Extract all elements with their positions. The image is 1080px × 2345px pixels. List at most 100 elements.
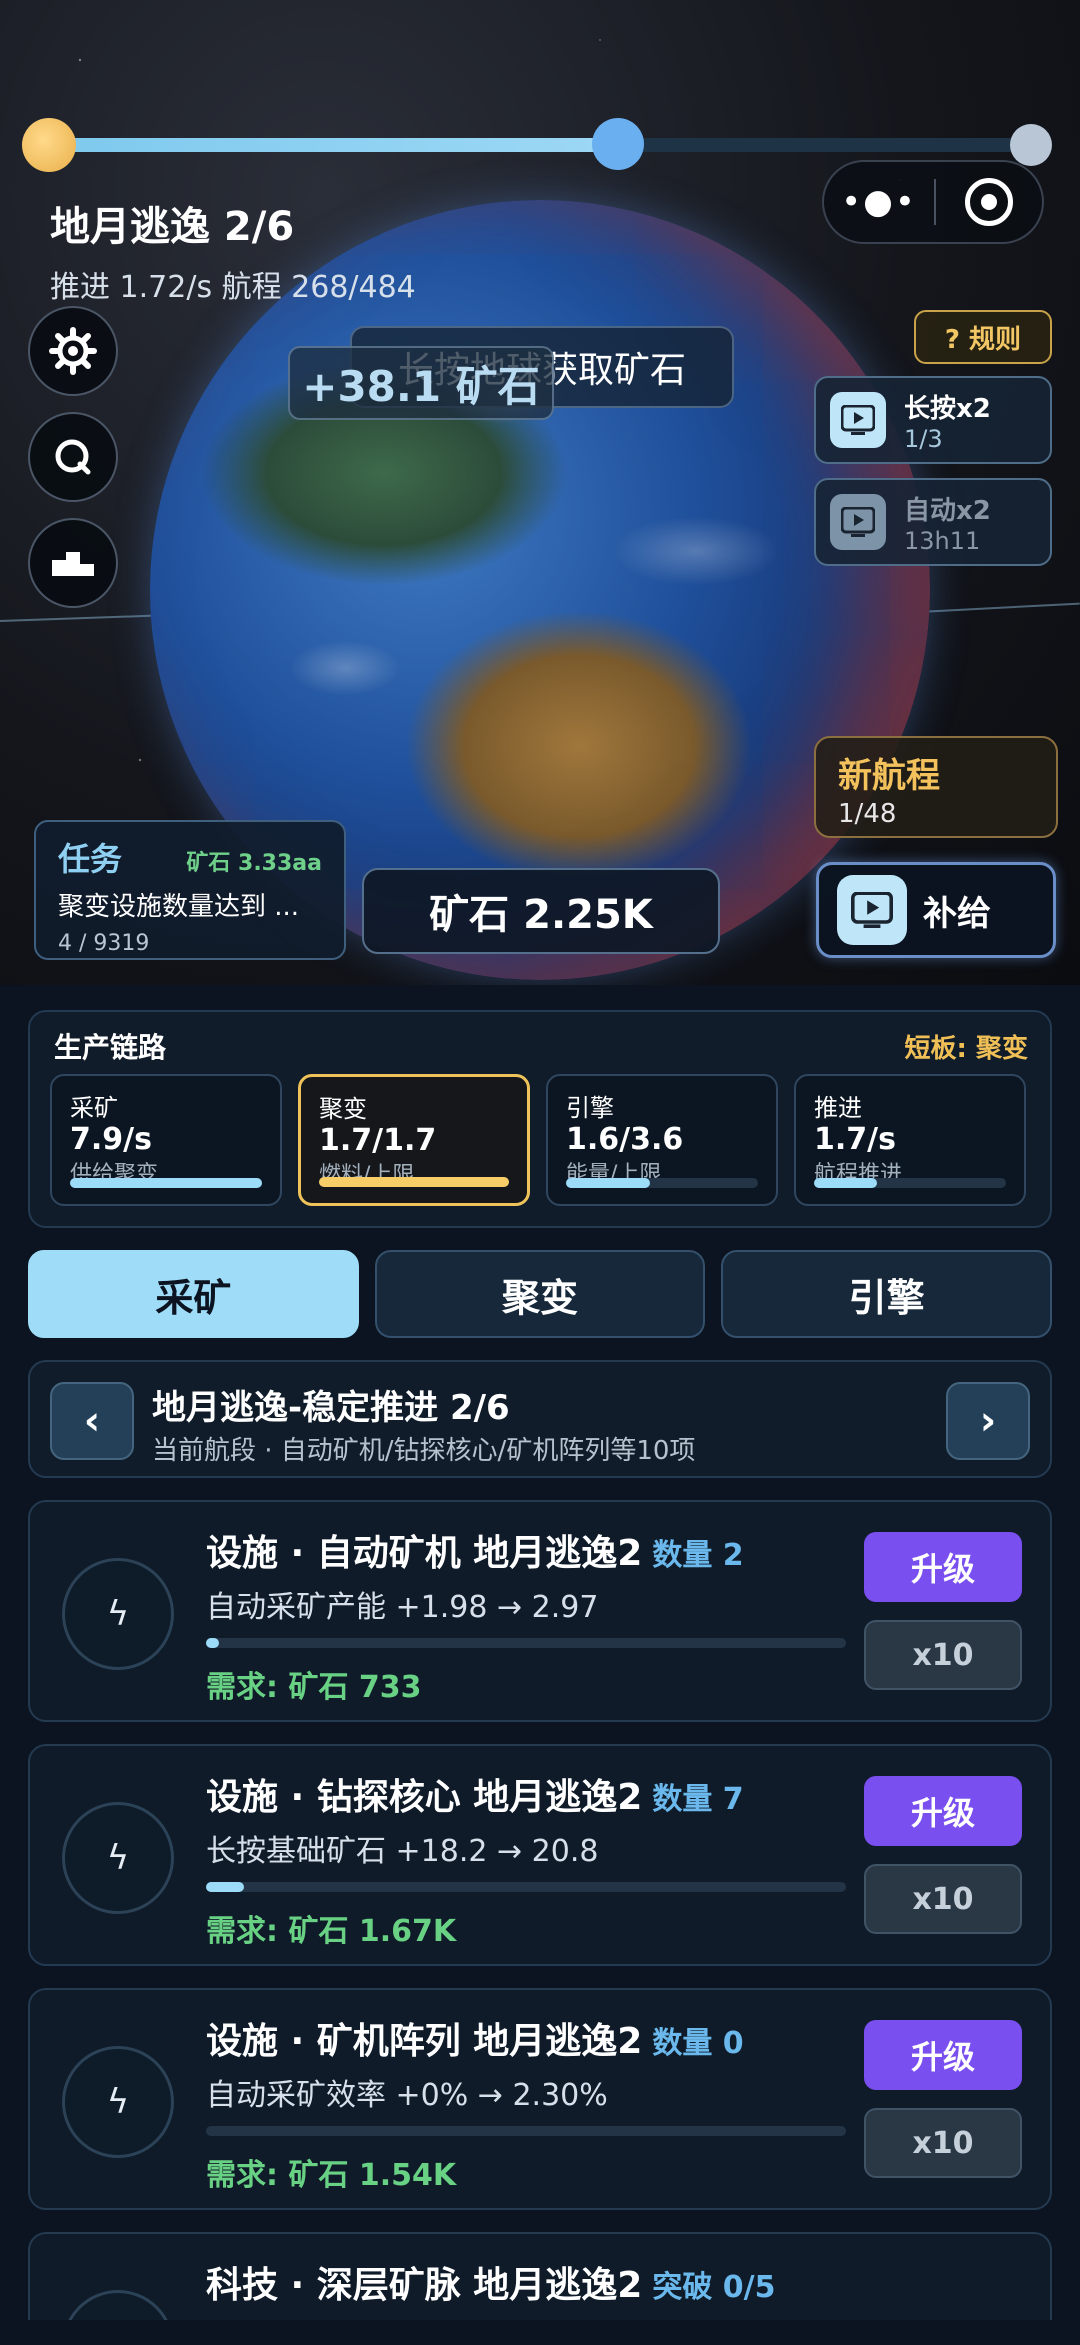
route-start-node: [22, 118, 76, 172]
card-count: 数量 7: [652, 1782, 744, 1817]
lightning-icon: ϟ: [62, 1802, 174, 1914]
stage-bar: [70, 1178, 262, 1188]
card-progress: [206, 2126, 846, 2136]
new-route-panel[interactable]: 新航程 1/48: [814, 736, 1058, 838]
search-button[interactable]: [28, 412, 118, 502]
stage-bar-fill: [566, 1178, 651, 1188]
upgrade-card-auto-miner: ϟ 设施 · 自动矿机 地月逃逸2 数量 2 自动采矿产能 +1.98 → 2.9…: [28, 1500, 1052, 1722]
card-title: 设施 · 钻探核心 地月逃逸2 数量 7: [206, 1768, 744, 1820]
chain-title: 生产链路: [54, 1031, 167, 1064]
stage-value: 1.6/3.6: [566, 1122, 684, 1157]
new-route-title: 新航程: [838, 756, 940, 796]
route-end-node: [1010, 124, 1052, 166]
route-progress-bar: [50, 138, 1030, 152]
card-title: 科技 · 深层矿脉 地月逃逸2 突破 0/5: [206, 2256, 775, 2308]
boost-label: 长按x2: [904, 393, 991, 424]
stage-bar: [814, 1178, 1006, 1188]
level-stats: 推进 1.72/s 航程 268/484: [50, 270, 416, 305]
lightning-icon: ϟ: [62, 1558, 174, 1670]
stage-value: 1.7/s: [814, 1122, 896, 1157]
card-effect: 长按基础矿石 +18.2 → 20.8: [206, 1834, 599, 1869]
route-current-node: [592, 118, 645, 170]
lightning-icon: ϟ: [62, 2046, 174, 2158]
stage-subtitle: 当前航段 · 自动矿机/钻探核心/矿机阵列等10项: [152, 1436, 696, 1466]
boost-label: 自动x2: [904, 495, 991, 526]
card-progress: [206, 1882, 846, 1892]
task-reward: 矿石 3.33aa: [186, 851, 322, 876]
stage-name: 采矿: [70, 1094, 118, 1122]
search-icon: [55, 439, 91, 475]
boost-remaining: 1/3: [904, 424, 943, 453]
gear-icon: [49, 327, 97, 375]
stage-bar: [319, 1177, 509, 1187]
stage-value: 7.9/s: [70, 1122, 152, 1157]
stage-navigator: ‹ 地月逃逸-稳定推进 2/6 当前航段 · 自动矿机/钻探核心/矿机阵列等10…: [28, 1360, 1052, 1478]
space-scene: 地月逃逸 2/6 推进 1.72/s 航程 268/484 •●• +38.1 …: [0, 0, 1080, 985]
supply-button[interactable]: 补给: [816, 862, 1056, 958]
tab-mining[interactable]: 采矿: [28, 1250, 359, 1338]
card-requirement: 需求: 矿石 1.54K: [206, 2158, 457, 2193]
task-description: 聚变设施数量达到 ...: [58, 892, 300, 922]
card-progress: [206, 1638, 846, 1648]
supply-label: 补给: [923, 893, 991, 934]
ore-total: 矿石 2.25K: [362, 868, 720, 954]
miniprogram-capsule: •●•: [822, 160, 1044, 244]
stage-name: 引擎: [566, 1094, 614, 1122]
level-title: 地月逃逸 2/6: [50, 204, 295, 250]
stage-mining[interactable]: 采矿 7.9/s 供给聚变: [50, 1074, 282, 1206]
category-tabs: 采矿 聚变 引擎: [28, 1250, 1053, 1338]
video-ad-icon: [837, 875, 907, 945]
upgrade-x10-button[interactable]: x10: [864, 2108, 1022, 2178]
ore-gain-popup: +38.1 矿石: [288, 346, 554, 420]
stage-bar-fill: [319, 1177, 509, 1187]
card-name: 设施 · 钻探核心 地月逃逸2: [206, 1777, 643, 1818]
boost-timer: 13h11: [904, 526, 981, 555]
rules-button[interactable]: ? 规则: [914, 310, 1052, 364]
task-panel[interactable]: 任务 矿石 3.33aa 聚变设施数量达到 ... 4 / 9319: [34, 820, 346, 960]
stage-fusion[interactable]: 聚变 1.7/1.7 燃料/上限: [298, 1074, 530, 1206]
card-name: 设施 · 矿机阵列 地月逃逸2: [206, 2021, 643, 2062]
boost-auto-x2[interactable]: 自动x2 13h11: [814, 478, 1052, 566]
boost-hold-x2[interactable]: 长按x2 1/3: [814, 376, 1052, 464]
card-count: 数量 2: [652, 1538, 744, 1573]
leaderboard-button[interactable]: [28, 518, 118, 608]
lightning-icon: ϟ: [62, 2290, 174, 2320]
task-progress: 4 / 9319: [58, 931, 150, 956]
upgrade-card-deep-vein: ϟ 科技 · 深层矿脉 地月逃逸2 突破 0/5: [28, 2232, 1052, 2320]
stage-bar-fill: [70, 1178, 262, 1188]
upgrade-x10-button[interactable]: x10: [864, 1864, 1022, 1934]
video-ad-icon: [830, 494, 886, 550]
stage-name: 推进: [814, 1094, 862, 1122]
podium-icon: [52, 552, 94, 576]
task-title: 任务: [58, 840, 123, 878]
tab-fusion[interactable]: 聚变: [374, 1250, 706, 1338]
video-ad-icon: [830, 392, 886, 448]
stage-value: 1.7/1.7: [319, 1123, 437, 1158]
card-progress-fill: [206, 1638, 219, 1648]
card-effect: 自动采矿效率 +0% → 2.30%: [206, 2078, 608, 2113]
card-count: 数量 0: [652, 2026, 744, 2061]
route-progress-fill: [50, 138, 619, 152]
more-menu-button[interactable]: •●•: [824, 182, 934, 222]
upgrade-button[interactable]: 升级: [864, 1776, 1022, 1846]
upgrade-button[interactable]: 升级: [864, 1532, 1022, 1602]
upgrade-button[interactable]: 升级: [864, 2020, 1022, 2090]
next-stage-button[interactable]: ›: [946, 1382, 1030, 1460]
stage-bar-fill: [814, 1178, 878, 1188]
production-chain-panel: 生产链路 短板: 聚变 采矿 7.9/s 供给聚变 聚变 1.7/1.7 燃料/…: [28, 1010, 1052, 1228]
tab-engine[interactable]: 引擎: [721, 1250, 1053, 1338]
upgrade-card-miner-array: ϟ 设施 · 矿机阵列 地月逃逸2 数量 0 自动采矿效率 +0% → 2.30%…: [28, 1988, 1052, 2210]
prev-stage-button[interactable]: ‹: [50, 1382, 134, 1460]
card-requirement: 需求: 矿石 1.67K: [206, 1914, 457, 1949]
chain-weakness: 短板: 聚变: [904, 1034, 1028, 1064]
upgrade-x10-button[interactable]: x10: [864, 1620, 1022, 1690]
close-miniprogram-button[interactable]: [936, 178, 1042, 226]
card-requirement: 需求: 矿石 733: [206, 1670, 422, 1705]
stage-propulsion[interactable]: 推进 1.7/s 航程推进: [794, 1074, 1026, 1206]
stage-engine[interactable]: 引擎 1.6/3.6 能量/上限: [546, 1074, 778, 1206]
settings-button[interactable]: [28, 306, 118, 396]
upgrade-card-drill-core: ϟ 设施 · 钻探核心 地月逃逸2 数量 7 长按基础矿石 +18.2 → 20.…: [28, 1744, 1052, 1966]
new-route-progress: 1/48: [838, 799, 897, 829]
card-effect: 自动采矿产能 +1.98 → 2.97: [206, 1590, 599, 1625]
card-name: 设施 · 自动矿机 地月逃逸2: [206, 1533, 643, 1574]
